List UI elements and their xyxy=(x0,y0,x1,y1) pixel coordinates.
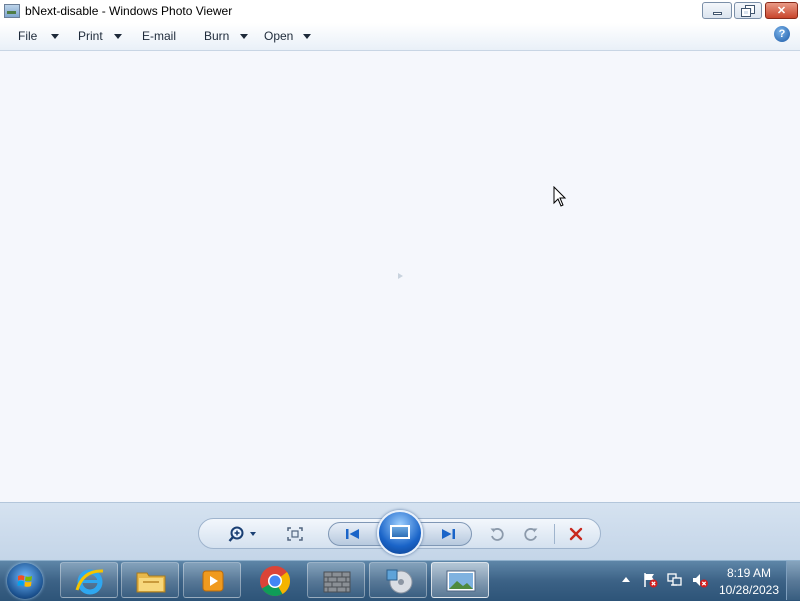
menu-open[interactable]: Open xyxy=(264,29,293,43)
previous-button[interactable] xyxy=(336,524,370,544)
menu-burn[interactable]: Burn xyxy=(204,29,229,43)
close-button[interactable]: ✕ xyxy=(765,2,798,19)
photo-viewer-icon xyxy=(446,570,476,592)
menu-email[interactable]: E-mail xyxy=(142,29,176,43)
clock-date[interactable]: 10/28/2023 xyxy=(714,583,784,597)
actual-size-button[interactable] xyxy=(285,525,305,543)
help-icon[interactable]: ? xyxy=(774,26,790,42)
file-dropdown-icon[interactable] xyxy=(51,34,59,39)
print-dropdown-icon[interactable] xyxy=(114,34,122,39)
zoom-icon xyxy=(228,526,256,542)
delete-button[interactable] xyxy=(566,524,586,544)
slideshow-button[interactable] xyxy=(377,510,423,556)
dvd-maker-icon xyxy=(386,569,413,594)
taskbar-chrome[interactable] xyxy=(245,562,303,598)
maximize-button[interactable] xyxy=(734,2,762,19)
image-viewing-area xyxy=(0,51,800,502)
rotate-counterclockwise-button[interactable] xyxy=(487,524,507,544)
taskbar-internet-explorer[interactable] xyxy=(60,562,118,598)
title-bar: bNext-disable - Windows Photo Viewer ✕ xyxy=(0,0,800,24)
actual-size-icon xyxy=(287,527,303,541)
window-title: bNext-disable - Windows Photo Viewer xyxy=(25,4,233,18)
controls-separator xyxy=(554,524,555,544)
minimize-button[interactable] xyxy=(702,2,732,19)
network-icon[interactable] xyxy=(667,572,683,588)
show-desktop-button[interactable] xyxy=(786,561,800,600)
photo-viewer-icon xyxy=(4,4,20,18)
taskbar-photo-viewer[interactable] xyxy=(431,562,489,598)
minimize-icon xyxy=(713,12,722,15)
rotate-counterclockwise-icon xyxy=(490,528,504,541)
taskbar-file-explorer[interactable] xyxy=(121,562,179,598)
burn-dropdown-icon[interactable] xyxy=(240,34,248,39)
start-button[interactable] xyxy=(7,563,43,599)
volume-muted-icon[interactable] xyxy=(692,572,708,588)
rotate-clockwise-icon xyxy=(524,528,538,541)
delete-icon xyxy=(569,527,583,541)
empty-image-marker xyxy=(398,273,403,279)
internet-explorer-icon xyxy=(75,569,104,595)
clock-time[interactable]: 8:19 AM xyxy=(714,566,784,580)
action-center-flag-icon[interactable] xyxy=(642,572,658,588)
zoom-button[interactable] xyxy=(226,524,260,544)
mouse-cursor-icon xyxy=(553,186,567,207)
menu-bar: File Print E-mail Burn Open ? xyxy=(0,23,800,51)
menu-print[interactable]: Print xyxy=(78,29,103,43)
menu-file[interactable]: File xyxy=(18,29,37,43)
taskbar-media-player[interactable] xyxy=(183,562,241,598)
previous-icon xyxy=(346,529,359,539)
show-hidden-icons-icon[interactable] xyxy=(622,577,630,582)
start-orb-icon xyxy=(17,575,32,587)
close-icon: ✕ xyxy=(776,5,787,17)
chrome-icon xyxy=(260,566,290,597)
taskbar-dvd-maker[interactable] xyxy=(369,562,427,598)
file-explorer-icon xyxy=(136,572,166,593)
media-player-icon xyxy=(202,570,224,592)
taskbar-firewall[interactable] xyxy=(307,562,365,598)
open-dropdown-icon[interactable] xyxy=(303,34,311,39)
firewall-icon xyxy=(323,571,351,593)
next-button[interactable] xyxy=(431,524,465,544)
next-icon xyxy=(442,529,455,539)
rotate-clockwise-button[interactable] xyxy=(521,524,541,544)
slideshow-icon xyxy=(390,525,410,539)
